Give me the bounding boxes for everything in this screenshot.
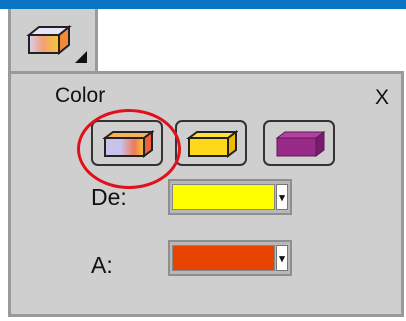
fill-tool-tab[interactable]	[8, 9, 98, 71]
from-color-select[interactable]: ▾	[168, 179, 292, 215]
close-button[interactable]: X	[375, 86, 389, 110]
purple-fill-button[interactable]	[263, 120, 335, 166]
color-panel: Color X De: ▾ A: ▾	[8, 71, 404, 317]
yellow-fill-button[interactable]	[175, 120, 247, 166]
from-color-swatch	[172, 184, 275, 210]
chevron-down-icon[interactable]: ▾	[276, 184, 288, 210]
from-label: De:	[91, 184, 127, 210]
gradient-fill-button[interactable]	[91, 120, 163, 166]
panel-title: Color	[55, 84, 106, 107]
purple-box-icon	[275, 131, 326, 157]
to-label: A:	[91, 252, 113, 278]
chevron-down-icon[interactable]: ▾	[276, 245, 288, 271]
to-color-select[interactable]: ▾	[168, 240, 292, 276]
to-color-swatch	[172, 245, 275, 271]
gradient-eraser-dropdown-icon	[26, 24, 87, 63]
top-accent-bar	[0, 0, 406, 9]
yellow-box-icon	[186, 130, 238, 158]
gradient-box-icon	[102, 130, 154, 158]
